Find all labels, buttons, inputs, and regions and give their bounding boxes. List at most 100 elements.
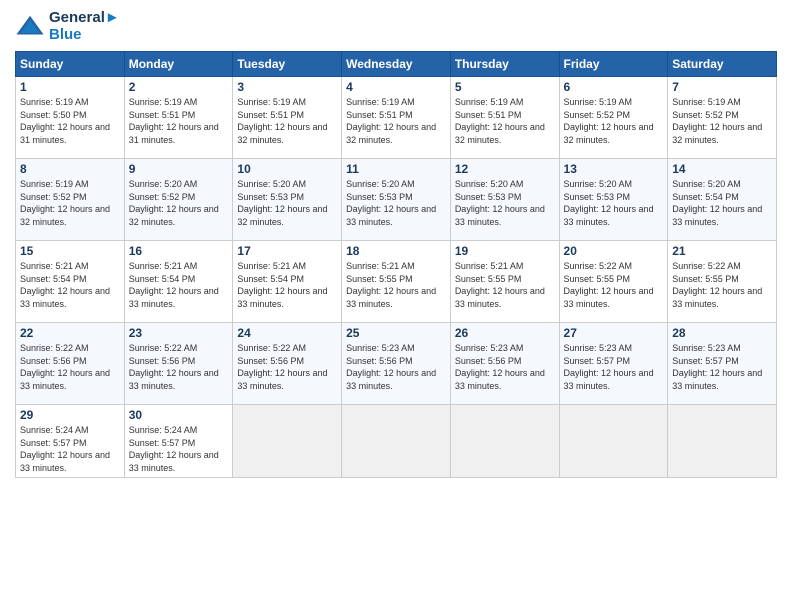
day-number: 27 — [564, 326, 664, 340]
daylight-label: Daylight: 12 hours and 32 minutes. — [237, 122, 327, 145]
header-friday: Friday — [559, 52, 668, 77]
sunrise-label: Sunrise: 5:20 AM — [672, 179, 741, 189]
day-number: 8 — [20, 162, 120, 176]
day-number: 24 — [237, 326, 337, 340]
sunset-label: Sunset: 5:56 PM — [129, 356, 196, 366]
sunrise-label: Sunrise: 5:22 AM — [20, 343, 89, 353]
calendar-cell: 19 Sunrise: 5:21 AM Sunset: 5:55 PM Dayl… — [450, 241, 559, 323]
calendar-cell — [668, 405, 777, 478]
sunrise-label: Sunrise: 5:19 AM — [346, 97, 415, 107]
day-number: 4 — [346, 80, 446, 94]
daylight-label: Daylight: 12 hours and 32 minutes. — [672, 122, 762, 145]
calendar-cell: 26 Sunrise: 5:23 AM Sunset: 5:56 PM Dayl… — [450, 323, 559, 405]
day-number: 17 — [237, 244, 337, 258]
day-number: 28 — [672, 326, 772, 340]
calendar-cell — [233, 405, 342, 478]
daylight-label: Daylight: 12 hours and 33 minutes. — [20, 450, 110, 473]
logo: General►Blue — [15, 10, 120, 43]
day-number: 20 — [564, 244, 664, 258]
calendar-cell: 6 Sunrise: 5:19 AM Sunset: 5:52 PM Dayli… — [559, 77, 668, 159]
day-info: Sunrise: 5:23 AM Sunset: 5:57 PM Dayligh… — [672, 342, 772, 392]
day-info: Sunrise: 5:19 AM Sunset: 5:51 PM Dayligh… — [129, 96, 229, 146]
sunset-label: Sunset: 5:57 PM — [129, 438, 196, 448]
daylight-label: Daylight: 12 hours and 32 minutes. — [564, 122, 654, 145]
day-number: 12 — [455, 162, 555, 176]
calendar-cell: 8 Sunrise: 5:19 AM Sunset: 5:52 PM Dayli… — [16, 159, 125, 241]
header-wednesday: Wednesday — [342, 52, 451, 77]
calendar-cell: 4 Sunrise: 5:19 AM Sunset: 5:51 PM Dayli… — [342, 77, 451, 159]
day-info: Sunrise: 5:20 AM Sunset: 5:52 PM Dayligh… — [129, 178, 229, 228]
day-number: 3 — [237, 80, 337, 94]
sunset-label: Sunset: 5:52 PM — [672, 110, 739, 120]
header-tuesday: Tuesday — [233, 52, 342, 77]
day-number: 21 — [672, 244, 772, 258]
calendar-cell: 10 Sunrise: 5:20 AM Sunset: 5:53 PM Dayl… — [233, 159, 342, 241]
sunrise-label: Sunrise: 5:22 AM — [129, 343, 198, 353]
daylight-label: Daylight: 12 hours and 33 minutes. — [564, 286, 654, 309]
day-info: Sunrise: 5:22 AM Sunset: 5:56 PM Dayligh… — [129, 342, 229, 392]
header: General►Blue — [15, 10, 777, 43]
day-number: 19 — [455, 244, 555, 258]
calendar-cell: 25 Sunrise: 5:23 AM Sunset: 5:56 PM Dayl… — [342, 323, 451, 405]
calendar-cell: 3 Sunrise: 5:19 AM Sunset: 5:51 PM Dayli… — [233, 77, 342, 159]
day-info: Sunrise: 5:24 AM Sunset: 5:57 PM Dayligh… — [20, 424, 120, 474]
sunset-label: Sunset: 5:56 PM — [346, 356, 413, 366]
day-info: Sunrise: 5:20 AM Sunset: 5:53 PM Dayligh… — [237, 178, 337, 228]
sunset-label: Sunset: 5:56 PM — [20, 356, 87, 366]
sunrise-label: Sunrise: 5:19 AM — [564, 97, 633, 107]
week-row-2: 8 Sunrise: 5:19 AM Sunset: 5:52 PM Dayli… — [16, 159, 777, 241]
sunrise-label: Sunrise: 5:20 AM — [129, 179, 198, 189]
day-number: 26 — [455, 326, 555, 340]
daylight-label: Daylight: 12 hours and 33 minutes. — [564, 368, 654, 391]
day-number: 2 — [129, 80, 229, 94]
sunset-label: Sunset: 5:51 PM — [237, 110, 304, 120]
calendar-cell: 20 Sunrise: 5:22 AM Sunset: 5:55 PM Dayl… — [559, 241, 668, 323]
sunrise-label: Sunrise: 5:19 AM — [20, 97, 89, 107]
day-info: Sunrise: 5:22 AM Sunset: 5:56 PM Dayligh… — [237, 342, 337, 392]
sunset-label: Sunset: 5:56 PM — [237, 356, 304, 366]
day-info: Sunrise: 5:23 AM Sunset: 5:56 PM Dayligh… — [455, 342, 555, 392]
day-info: Sunrise: 5:21 AM Sunset: 5:55 PM Dayligh… — [455, 260, 555, 310]
daylight-label: Daylight: 12 hours and 33 minutes. — [455, 204, 545, 227]
daylight-label: Daylight: 12 hours and 32 minutes. — [346, 122, 436, 145]
sunrise-label: Sunrise: 5:19 AM — [237, 97, 306, 107]
sunrise-label: Sunrise: 5:21 AM — [346, 261, 415, 271]
sunset-label: Sunset: 5:57 PM — [20, 438, 87, 448]
day-number: 7 — [672, 80, 772, 94]
sunrise-label: Sunrise: 5:23 AM — [455, 343, 524, 353]
day-info: Sunrise: 5:19 AM Sunset: 5:50 PM Dayligh… — [20, 96, 120, 146]
calendar-cell: 22 Sunrise: 5:22 AM Sunset: 5:56 PM Dayl… — [16, 323, 125, 405]
day-number: 25 — [346, 326, 446, 340]
daylight-label: Daylight: 12 hours and 33 minutes. — [455, 368, 545, 391]
day-number: 29 — [20, 408, 120, 422]
day-number: 6 — [564, 80, 664, 94]
daylight-label: Daylight: 12 hours and 33 minutes. — [129, 368, 219, 391]
sunrise-label: Sunrise: 5:22 AM — [564, 261, 633, 271]
sunrise-label: Sunrise: 5:23 AM — [564, 343, 633, 353]
sunrise-label: Sunrise: 5:20 AM — [564, 179, 633, 189]
calendar-cell: 7 Sunrise: 5:19 AM Sunset: 5:52 PM Dayli… — [668, 77, 777, 159]
sunrise-label: Sunrise: 5:19 AM — [455, 97, 524, 107]
daylight-label: Daylight: 12 hours and 33 minutes. — [237, 286, 327, 309]
day-info: Sunrise: 5:21 AM Sunset: 5:54 PM Dayligh… — [237, 260, 337, 310]
sunset-label: Sunset: 5:51 PM — [346, 110, 413, 120]
day-info: Sunrise: 5:22 AM Sunset: 5:56 PM Dayligh… — [20, 342, 120, 392]
day-info: Sunrise: 5:23 AM Sunset: 5:56 PM Dayligh… — [346, 342, 446, 392]
calendar-cell: 17 Sunrise: 5:21 AM Sunset: 5:54 PM Dayl… — [233, 241, 342, 323]
day-number: 16 — [129, 244, 229, 258]
day-info: Sunrise: 5:19 AM Sunset: 5:51 PM Dayligh… — [455, 96, 555, 146]
sunset-label: Sunset: 5:53 PM — [237, 192, 304, 202]
day-info: Sunrise: 5:19 AM Sunset: 5:52 PM Dayligh… — [672, 96, 772, 146]
logo-icon — [15, 12, 45, 42]
day-number: 14 — [672, 162, 772, 176]
sunset-label: Sunset: 5:57 PM — [564, 356, 631, 366]
sunrise-label: Sunrise: 5:20 AM — [346, 179, 415, 189]
calendar-cell: 5 Sunrise: 5:19 AM Sunset: 5:51 PM Dayli… — [450, 77, 559, 159]
header-monday: Monday — [124, 52, 233, 77]
calendar-page: General►Blue SundayMondayTuesdayWednesda… — [0, 0, 792, 612]
sunset-label: Sunset: 5:52 PM — [129, 192, 196, 202]
sunset-label: Sunset: 5:51 PM — [455, 110, 522, 120]
daylight-label: Daylight: 12 hours and 33 minutes. — [129, 286, 219, 309]
header-saturday: Saturday — [668, 52, 777, 77]
daylight-label: Daylight: 12 hours and 33 minutes. — [20, 368, 110, 391]
